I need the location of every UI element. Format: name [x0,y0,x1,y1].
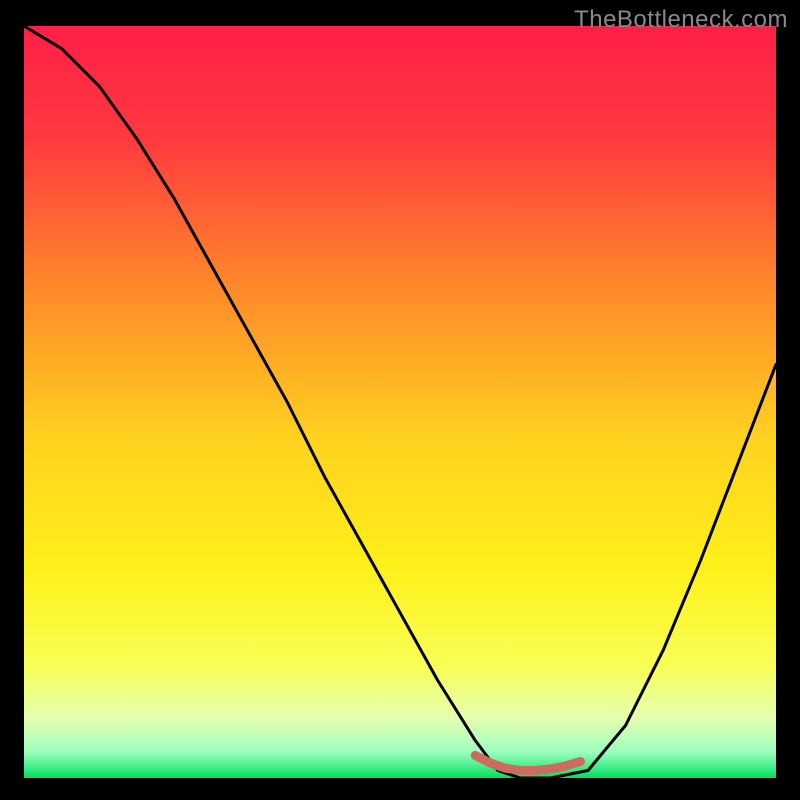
bottleneck-plot [24,26,776,778]
watermark-text: TheBottleneck.com [574,6,788,34]
chart-frame: TheBottleneck.com [0,0,800,800]
